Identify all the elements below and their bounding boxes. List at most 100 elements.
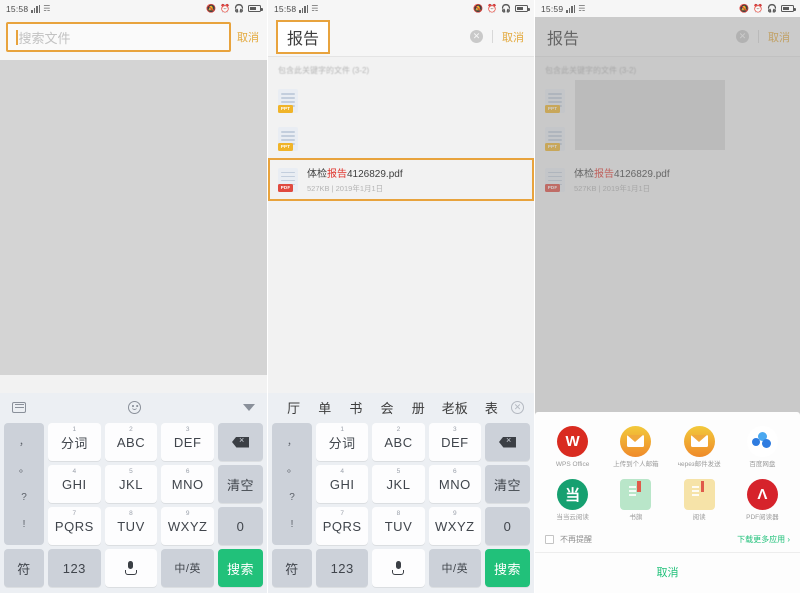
- symbol-period-2[interactable]: 。: [287, 465, 297, 475]
- key-8-num: 8: [396, 510, 401, 517]
- key-1-num: 1: [72, 426, 77, 433]
- file-row-selected[interactable]: PDF 体检报告4126829.pdf 527KB | 2019年1月1日: [268, 158, 534, 201]
- file-row[interactable]: PPT: [268, 120, 534, 158]
- key-8[interactable]: 8 TUV: [104, 507, 158, 545]
- backspace-key[interactable]: [218, 423, 263, 461]
- close-circle-icon[interactable]: ✕: [511, 400, 524, 414]
- search-input[interactable]: 搜索文件: [6, 22, 231, 52]
- symbols-key-label: 符: [17, 561, 31, 577]
- key-4-num: 4: [72, 468, 77, 475]
- key-8-num: 8: [129, 510, 133, 517]
- clear-key[interactable]: 清空: [218, 465, 263, 503]
- sheet-cancel-button[interactable]: 取消: [535, 553, 800, 593]
- candidate-3[interactable]: 会: [371, 398, 402, 417]
- symbol-column-2[interactable]: ， 。 ? !: [272, 423, 312, 545]
- key-4-num: 4: [340, 468, 344, 475]
- key-3[interactable]: 3 DEF: [428, 423, 481, 461]
- share-app-book-green[interactable]: 书旗: [604, 478, 667, 522]
- wifi-icon: ☴: [43, 3, 51, 13]
- key-9[interactable]: 9 WXYZ: [161, 507, 214, 545]
- search-query-text[interactable]: 报告: [276, 19, 331, 54]
- key-7[interactable]: 7 PQRS: [48, 507, 101, 545]
- share-app-label: 上传到个人邮箱: [613, 460, 659, 468]
- key-7[interactable]: 7 PQRS: [316, 507, 369, 545]
- share-app-cloud[interactable]: 百度网盘: [731, 425, 794, 469]
- lang-toggle-label: 中/英: [441, 563, 469, 575]
- mic-icon: [124, 560, 137, 576]
- keyboard-icon[interactable]: [12, 401, 26, 413]
- share-app-book-yellow[interactable]: 阅读: [668, 478, 731, 522]
- search-key[interactable]: 搜索: [484, 549, 530, 587]
- dont-remind-row[interactable]: 不再提醒: [545, 534, 592, 545]
- symbol-period[interactable]: 。: [19, 465, 29, 475]
- symbol-exclaim-2[interactable]: !: [291, 520, 294, 530]
- symbol-exclaim[interactable]: !: [23, 520, 26, 530]
- numbers-key[interactable]: 123: [48, 549, 101, 587]
- lang-toggle-key[interactable]: 中/英: [161, 549, 214, 587]
- key-0[interactable]: 0: [218, 507, 263, 545]
- space-mic-key[interactable]: [104, 549, 158, 587]
- cancel-button-2[interactable]: 取消: [502, 29, 526, 45]
- cancel-button[interactable]: 取消: [237, 29, 261, 45]
- key-9-num: 9: [185, 510, 190, 517]
- symbol-comma[interactable]: ，: [19, 437, 29, 448]
- key-4[interactable]: 4 GHI: [48, 465, 101, 503]
- share-app-mail-upload[interactable]: 上传到个人邮箱: [604, 425, 667, 469]
- share-app-pdf-reader[interactable]: Λ PDF阅读器: [731, 478, 794, 522]
- candidate-2[interactable]: 书: [340, 398, 371, 417]
- key-2[interactable]: 2 ABC: [372, 423, 425, 461]
- status-bar-2: 15:58 ☴ 🔕 ⏰ 🎧: [268, 0, 534, 17]
- alarm-icon: ⏰: [220, 3, 231, 13]
- file-row[interactable]: PPT: [268, 82, 534, 120]
- chevron-down-icon[interactable]: [243, 403, 255, 411]
- key-5[interactable]: 5 JKL: [372, 465, 425, 503]
- key-1[interactable]: 1 分词: [316, 423, 369, 461]
- lang-toggle-key[interactable]: 中/英: [428, 549, 481, 587]
- candidate-6[interactable]: 表: [476, 398, 507, 417]
- key-8[interactable]: 8 TUV: [372, 507, 425, 545]
- status-left-2: 15:58 ☴: [274, 4, 318, 14]
- key-9-num: 9: [453, 510, 457, 517]
- key-3[interactable]: 3 DEF: [161, 423, 214, 461]
- key-5[interactable]: 5 JKL: [104, 465, 158, 503]
- share-app-mail-send[interactable]: через邮件发送: [668, 425, 731, 469]
- key-0[interactable]: 0: [484, 507, 530, 545]
- key-2[interactable]: 2 ABC: [104, 423, 158, 461]
- download-more-apps-link[interactable]: 下载更多应用 ›: [737, 534, 790, 545]
- candidate-0[interactable]: 厅: [278, 398, 309, 417]
- share-app-grid-row2: 当 当当云阅读 书旗 阅读 Λ PDF阅读器: [535, 475, 800, 528]
- clear-circle-icon[interactable]: ✕: [470, 30, 483, 43]
- backspace-icon: [232, 436, 249, 448]
- symbol-comma-2[interactable]: ，: [287, 437, 297, 448]
- symbols-key[interactable]: 符: [272, 549, 312, 587]
- numbers-key[interactable]: 123: [316, 549, 369, 587]
- symbol-column[interactable]: ， 。 ? !: [4, 423, 44, 545]
- candidate-1[interactable]: 单: [309, 398, 340, 417]
- key-6[interactable]: 6 MNO: [161, 465, 214, 503]
- key-9-label: WXYZ: [435, 518, 475, 534]
- space-mic-key[interactable]: [372, 549, 425, 587]
- backspace-key[interactable]: [484, 423, 530, 461]
- key-9[interactable]: 9 WXYZ: [428, 507, 481, 545]
- dont-remind-checkbox[interactable]: [545, 535, 554, 544]
- clear-key[interactable]: 清空: [484, 465, 530, 503]
- share-app-dangdang[interactable]: 当 当当云阅读: [541, 478, 604, 522]
- symbols-key[interactable]: 符: [4, 549, 44, 587]
- key-4-label: GHI: [62, 476, 87, 492]
- status-time: 15:58: [6, 3, 29, 14]
- candidate-5[interactable]: 老板: [434, 398, 476, 417]
- search-key[interactable]: 搜索: [218, 549, 263, 587]
- key-6[interactable]: 6 MNO: [428, 465, 481, 503]
- share-app-label: 当当云阅读: [556, 513, 589, 521]
- emoji-icon[interactable]: [128, 400, 141, 414]
- symbol-question-2[interactable]: ?: [289, 492, 295, 503]
- key-1[interactable]: 1 分词: [48, 423, 101, 461]
- text-caret: [16, 29, 18, 45]
- key-2-label: ABC: [116, 434, 146, 450]
- key-4[interactable]: 4 GHI: [316, 465, 369, 503]
- results-section-label: 包含此关键字的文件 (3-2): [278, 66, 370, 75]
- mic-icon: [392, 560, 405, 576]
- candidate-4[interactable]: 册: [403, 398, 434, 417]
- symbol-question[interactable]: ?: [21, 492, 27, 503]
- share-app-wps[interactable]: W WPS Office: [541, 425, 604, 469]
